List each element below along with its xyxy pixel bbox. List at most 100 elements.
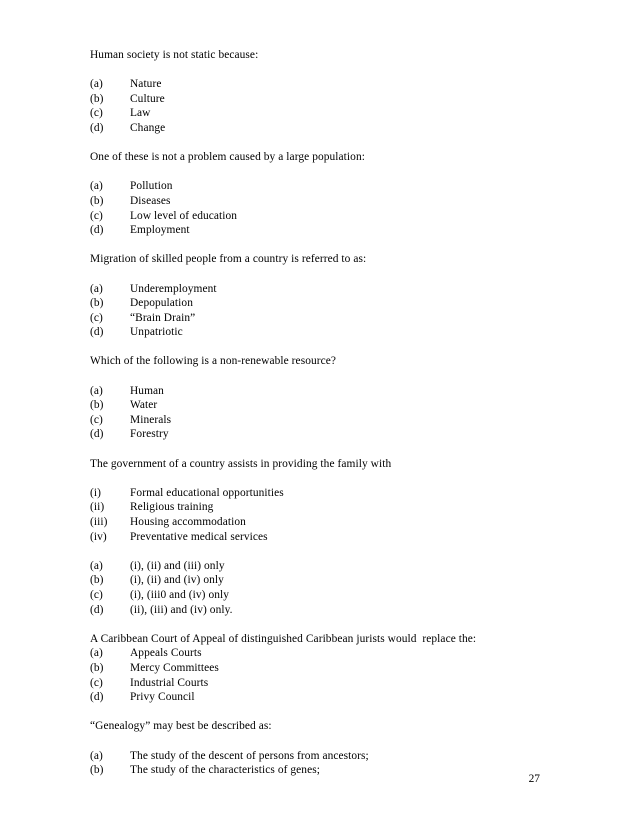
option-item: (iv) Preventative medical services (90, 530, 560, 545)
option-item: (c) Low level of education (90, 209, 560, 224)
option-label: (b) (90, 194, 104, 207)
option-text: “Brain Drain” (130, 311, 196, 324)
option-text: Pollution (130, 180, 173, 193)
option-label: (c) (90, 107, 103, 120)
question-block: “Genealogy” may best be described as: (a)… (90, 719, 560, 777)
question-stem: Migration of skilled people from a count… (90, 253, 367, 266)
option-text: Nature (130, 78, 162, 91)
option-item: (c) Law (90, 106, 560, 121)
option-item: (a) Nature (90, 77, 560, 92)
option-text: The study of the descent of persons from… (130, 749, 369, 762)
option-label: (iv) (90, 530, 107, 543)
option-label: (d) (90, 603, 104, 616)
option-item: (b) Depopulation (90, 296, 560, 311)
option-text: Diseases (130, 194, 171, 207)
option-text: Formal educational opportunities (130, 486, 284, 499)
option-list: (i) Formal educational opportunities (ii) R… (90, 486, 560, 544)
option-text: Water (130, 399, 158, 412)
option-list: (a) (i), (ii) and (iii) only (b) (i), (ii) … (90, 559, 560, 617)
option-label: (b) (90, 574, 104, 587)
option-item: (b) Diseases (90, 194, 560, 209)
question-stem: One of these is not a problem caused by … (90, 151, 365, 164)
option-text: Culture (130, 92, 165, 105)
option-item: (c) Minerals (90, 413, 560, 428)
option-label: (d) (90, 691, 104, 704)
option-text: Low level of education (130, 209, 238, 222)
question-list: Human society is not static because: (a) N… (90, 48, 560, 778)
option-label: (a) (90, 559, 103, 572)
page-number: 27 (528, 773, 540, 785)
option-label: (b) (90, 661, 104, 674)
option-list: (a) Underemployment (b) Depopulation (c) “Bra… (90, 282, 560, 340)
option-list: (a) Nature (b) Culture (c) Law (d) Change (90, 77, 560, 135)
option-label: (c) (90, 209, 103, 222)
question-block: A Caribbean Court of Appeal of distingui… (90, 632, 560, 705)
option-label: (iii) (90, 516, 108, 528)
option-label: (b) (90, 297, 104, 310)
option-text: Religious training (130, 501, 214, 514)
option-text: Change (130, 121, 166, 134)
option-text: Depopulation (130, 297, 193, 310)
option-item: (d) Employment (90, 223, 560, 238)
option-label: (a) (90, 180, 103, 193)
option-label: (i) (90, 486, 101, 499)
question-stem: “Genealogy” may best be described as: (90, 720, 272, 733)
option-item: (d) Forestry (90, 427, 560, 442)
option-item: (d) Unpatriotic (90, 325, 560, 340)
question-stem: Which of the following is a non-renewabl… (90, 355, 337, 368)
option-text: Underemployment (130, 282, 217, 295)
option-text: Human (130, 384, 164, 397)
option-label: (c) (90, 413, 103, 426)
question-block: Migration of skilled people from a count… (90, 252, 560, 340)
question-block: (a) (i), (ii) and (iii) only (b) (i), (ii) … (90, 559, 560, 617)
option-text: (ii), (iii) and (iv) only. (130, 603, 233, 616)
option-label: (a) (90, 282, 103, 295)
option-text: Minerals (130, 413, 172, 426)
option-item: (a) Appeals Courts (90, 646, 560, 661)
option-text: Forestry (130, 428, 169, 441)
question-block: One of these is not a problem caused by … (90, 150, 560, 238)
option-label: (d) (90, 224, 104, 237)
option-label: (d) (90, 121, 104, 134)
option-text: Appeals Courts (130, 647, 202, 660)
question-block: Human society is not static because: (a) N… (90, 48, 560, 136)
question-stem: The government of a country assists in p… (90, 457, 392, 470)
option-item: (b) Water (90, 398, 560, 413)
option-label: (c) (90, 311, 103, 324)
option-item: (ii) Religious training (90, 500, 560, 515)
option-label: (c) (90, 588, 103, 601)
option-text: Employment (130, 224, 190, 237)
option-item: (a) The study of the descent of persons f… (90, 749, 560, 764)
question-block: Which of the following is a non-renewabl… (90, 354, 560, 442)
option-item: (b) (i), (ii) and (iv) only (90, 573, 560, 588)
option-text: Mercy Committees (130, 661, 219, 674)
option-list: (a) Pollution (b) Diseases (c) Low level of e… (90, 179, 560, 237)
option-item: (a) (i), (ii) and (iii) only (90, 559, 560, 574)
option-label: (a) (90, 749, 103, 762)
option-item: (d) Change (90, 121, 560, 136)
option-item: (b) Mercy Committees (90, 661, 560, 676)
question-stem: A Caribbean Court of Appeal of distingui… (90, 632, 477, 645)
option-text: Preventative medical services (130, 530, 268, 543)
option-label: (b) (90, 92, 104, 105)
option-item: (d) Privy Council (90, 690, 560, 705)
option-label: (a) (90, 78, 103, 91)
option-text: Housing accommodation (130, 516, 246, 528)
question-stem: Human society is not static because: (90, 49, 259, 61)
option-item: (b) Culture (90, 92, 560, 107)
option-text: Privy Council (130, 691, 195, 704)
option-item: (a) Pollution (90, 179, 560, 194)
option-label: (a) (90, 647, 103, 660)
option-item: (a) Human (90, 384, 560, 399)
option-text: (i), (ii) and (iv) only (130, 574, 224, 587)
option-text: Unpatriotic (130, 326, 183, 339)
option-text: (i), (ii) and (iii) only (130, 559, 225, 572)
option-item: (c) Industrial Courts (90, 676, 560, 691)
option-item: (c) “Brain Drain” (90, 311, 560, 326)
option-label: (d) (90, 326, 104, 339)
option-item: (a) Underemployment (90, 282, 560, 297)
option-label: (ii) (90, 501, 105, 514)
option-item: (c) (i), (iii0 and (iv) only (90, 588, 560, 603)
option-label: (b) (90, 399, 104, 412)
document-page: Human society is not static because: (a) N… (0, 0, 638, 826)
